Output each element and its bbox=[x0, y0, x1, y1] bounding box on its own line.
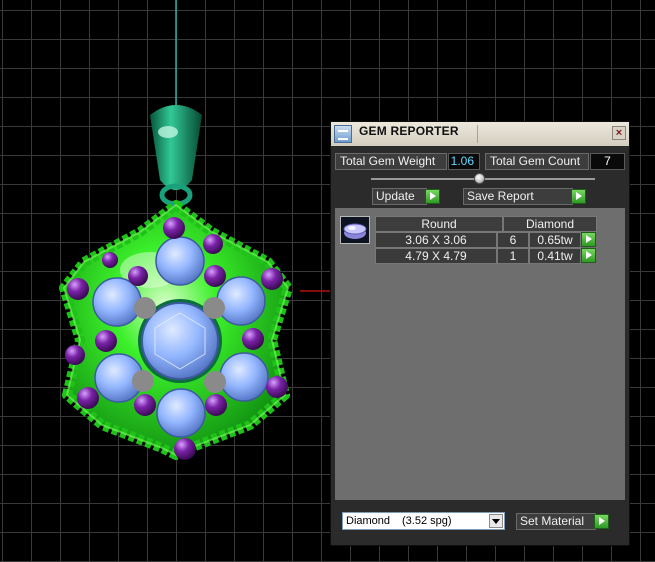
table-row-2-count: 1 bbox=[497, 248, 529, 264]
total-gem-weight-label: Total Gem Weight bbox=[335, 153, 447, 170]
table-row-1-count: 6 bbox=[497, 232, 529, 248]
material-name: Diamond bbox=[346, 515, 391, 527]
panel-titlebar[interactable]: GEM REPORTER × bbox=[331, 122, 629, 146]
gem-reporter-panel[interactable]: GEM REPORTER × Total Gem Weight 1.06 Tot… bbox=[330, 121, 630, 546]
gem-reporter-icon bbox=[334, 125, 352, 143]
total-gem-count-value: 7 bbox=[590, 153, 625, 170]
table-row-2-weight: 0.41tw bbox=[529, 248, 581, 264]
table-header-shape: Round bbox=[375, 216, 503, 232]
table-row-1-play-arrow-icon[interactable] bbox=[581, 232, 596, 247]
total-gem-count-label: Total Gem Count bbox=[485, 153, 589, 170]
table-row-2-play-arrow-icon[interactable] bbox=[581, 248, 596, 263]
update-button[interactable]: Update bbox=[372, 188, 427, 205]
table-header-material: Diamond bbox=[503, 216, 597, 232]
set-material-play-arrow-icon[interactable] bbox=[594, 514, 609, 529]
table-row-1-size: 3.06 X 3.06 bbox=[375, 232, 497, 248]
table-row-1-weight: 0.65tw bbox=[529, 232, 581, 248]
panel-title: GEM REPORTER bbox=[359, 124, 459, 138]
save-report-play-arrow-icon[interactable] bbox=[571, 189, 586, 204]
table-row-2-size: 4.79 X 4.79 bbox=[375, 248, 497, 264]
close-icon[interactable]: × bbox=[612, 126, 626, 140]
material-select[interactable]: Diamond (3.52 spg) bbox=[342, 512, 505, 530]
panel-slider-knob[interactable] bbox=[474, 173, 485, 184]
gem-report-area: Round Diamond 3.06 X 3.06 6 0.65tw 4.79 … bbox=[335, 208, 625, 500]
pendant-bail[interactable] bbox=[150, 105, 202, 207]
diamond-icon[interactable] bbox=[340, 216, 370, 244]
title-separator bbox=[477, 125, 478, 143]
set-material-button[interactable]: Set Material bbox=[516, 513, 596, 530]
total-gem-weight-value: 1.06 bbox=[448, 153, 480, 170]
update-play-arrow-icon[interactable] bbox=[425, 189, 440, 204]
chevron-down-icon[interactable] bbox=[489, 514, 503, 528]
save-report-button[interactable]: Save Report bbox=[463, 188, 573, 205]
material-spg: (3.52 spg) bbox=[402, 515, 452, 527]
